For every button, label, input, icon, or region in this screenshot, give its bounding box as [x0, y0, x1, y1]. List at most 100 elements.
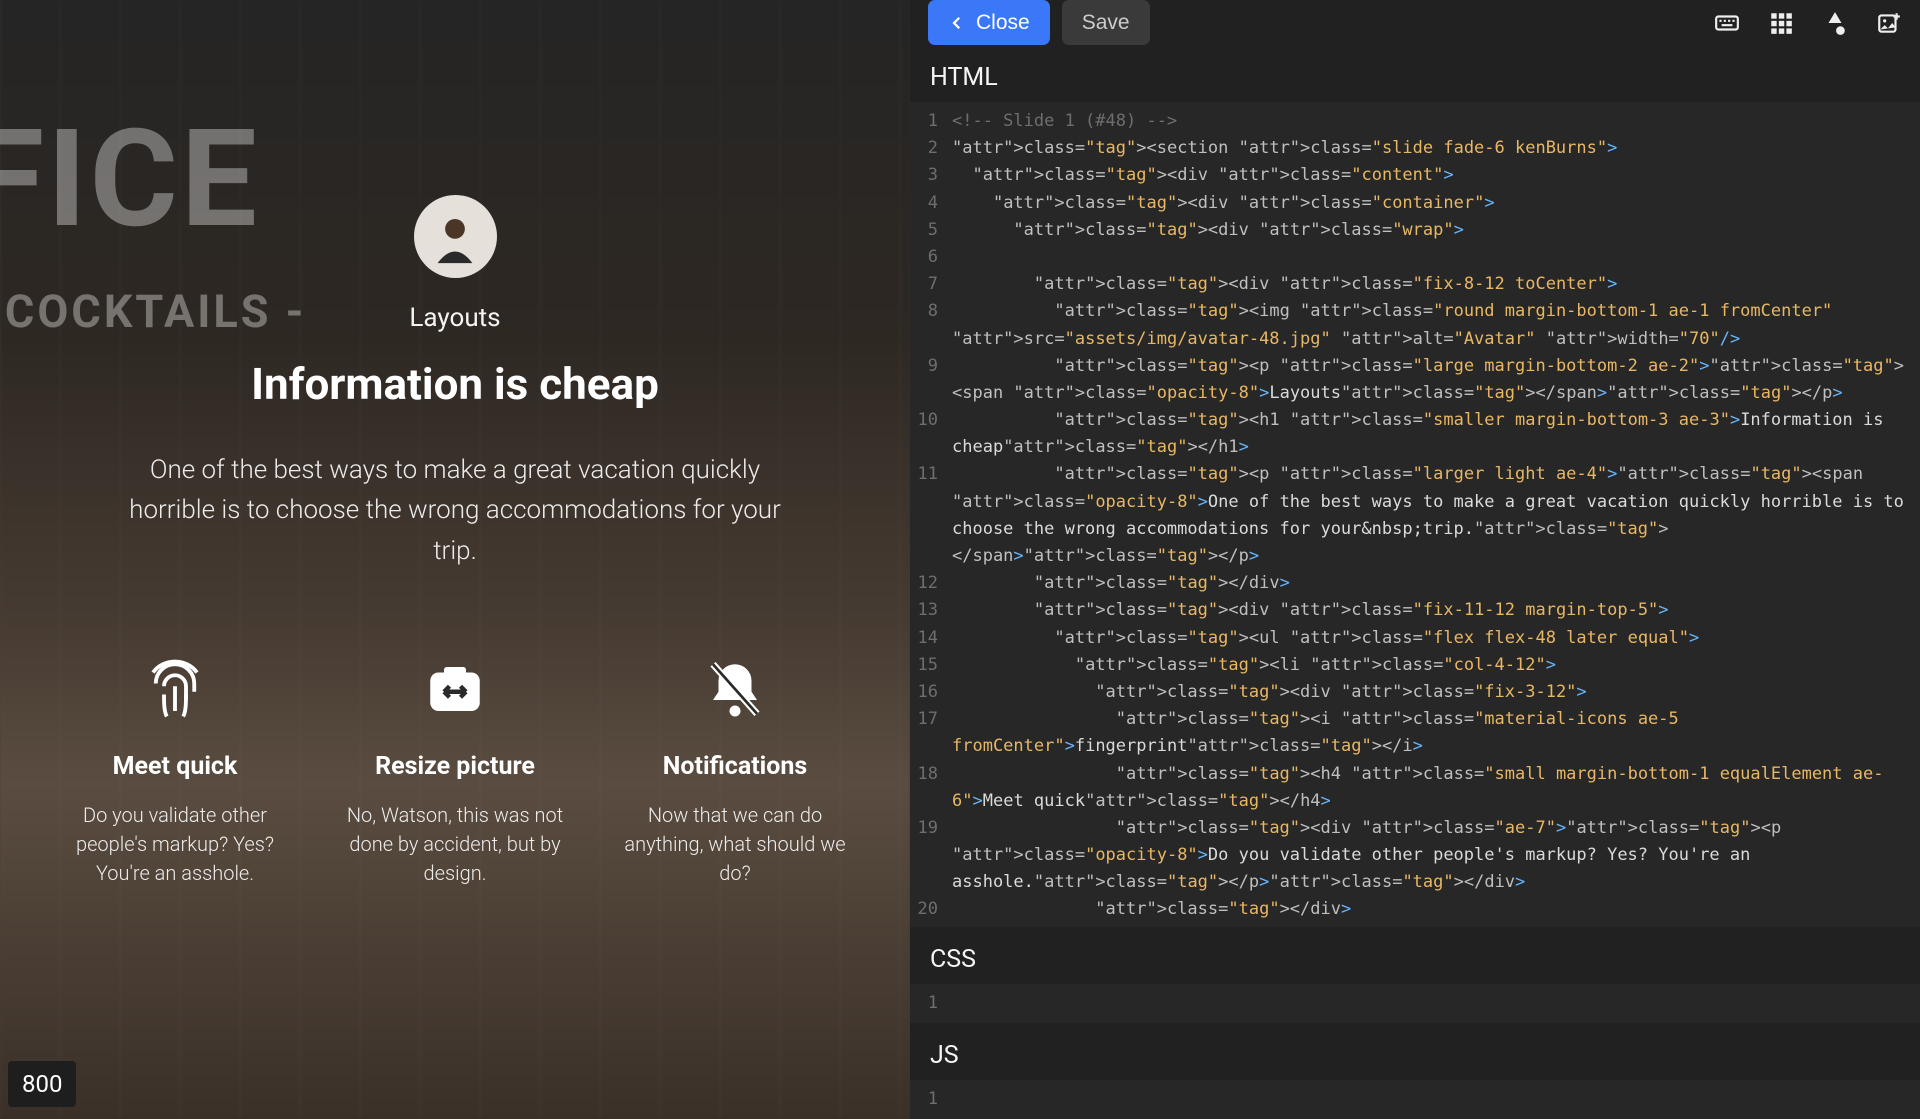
- avatar: [414, 195, 497, 278]
- feature-row: Meet quick Do you validate other people'…: [63, 656, 848, 888]
- feature-title: Meet quick: [113, 752, 238, 781]
- code-content[interactable]: "attr">class="tag"><img "attr">class="ro…: [952, 298, 1908, 352]
- code-content[interactable]: "attr">class="tag"><div "attr">class="fi…: [952, 271, 1908, 298]
- code-line[interactable]: 6: [910, 244, 1908, 271]
- code-content[interactable]: "attr">class="tag"><div "attr">class="fi…: [952, 679, 1908, 706]
- section-css-label: CSS: [910, 927, 1920, 984]
- code-line[interactable]: 10 "attr">class="tag"><h1 "attr">class="…: [910, 407, 1908, 461]
- preview-title: Information is cheap: [251, 358, 659, 410]
- code-content[interactable]: "attr">class="tag"><ul "attr">class="fle…: [952, 625, 1908, 652]
- code-content[interactable]: "attr">class="tag"><li "attr">class="col…: [952, 652, 1908, 679]
- save-button[interactable]: Save: [1062, 0, 1150, 45]
- save-button-label: Save: [1082, 11, 1130, 35]
- code-content[interactable]: "attr">class="tag"></li>: [952, 924, 1908, 927]
- code-line[interactable]: 11 "attr">class="tag"><p "attr">class="l…: [910, 461, 1908, 570]
- code-line[interactable]: 15 "attr">class="tag"><li "attr">class="…: [910, 652, 1908, 679]
- code-line[interactable]: 2"attr">class="tag"><section "attr">clas…: [910, 135, 1908, 162]
- line-number: 1: [910, 1086, 952, 1113]
- grid-icon[interactable]: [1768, 10, 1794, 36]
- code-line[interactable]: 14 "attr">class="tag"><ul "attr">class="…: [910, 625, 1908, 652]
- preview-subtitle: Layouts: [409, 303, 500, 333]
- code-line[interactable]: 1: [910, 1086, 1908, 1113]
- line-number: 9: [910, 353, 952, 407]
- keyboard-icon[interactable]: [1714, 10, 1740, 36]
- line-number: 10: [910, 407, 952, 461]
- code-line[interactable]: 1<!-- Slide 1 (#48) -->: [910, 108, 1908, 135]
- code-content[interactable]: "attr">class="tag"><p "attr">class="larg…: [952, 353, 1908, 407]
- code-line[interactable]: 5 "attr">class="tag"><div "attr">class="…: [910, 217, 1908, 244]
- line-number: 13: [910, 597, 952, 624]
- code-content[interactable]: "attr">class="tag"><div "attr">class="fi…: [952, 597, 1908, 624]
- feature-text: No, Watson, this was not done by acciden…: [343, 801, 568, 888]
- close-button[interactable]: Close: [928, 0, 1050, 45]
- code-content[interactable]: "attr">class="tag"></div>: [952, 896, 1908, 923]
- code-content[interactable]: "attr">class="tag"><i "attr">class="mate…: [952, 706, 1908, 760]
- code-content[interactable]: "attr">class="tag"></div>: [952, 570, 1908, 597]
- feature-notifications: Notifications Now that we can do anythin…: [623, 656, 848, 888]
- shapes-icon[interactable]: [1822, 10, 1848, 36]
- code-content[interactable]: "attr">class="tag"><h1 "attr">class="sma…: [952, 407, 1908, 461]
- editor-panel: Close Save HTML 1<!-- Slide 1 (#48) -->2…: [910, 0, 1920, 1119]
- line-number: 4: [910, 190, 952, 217]
- line-number: 2: [910, 135, 952, 162]
- toolbar-icons: [1714, 10, 1902, 36]
- code-line[interactable]: 16 "attr">class="tag"><div "attr">class=…: [910, 679, 1908, 706]
- line-number: 21: [910, 924, 952, 927]
- line-number: 20: [910, 896, 952, 923]
- line-number: 19: [910, 815, 952, 897]
- code-line[interactable]: 20 "attr">class="tag"></div>: [910, 896, 1908, 923]
- code-line[interactable]: 19 "attr">class="tag"><div "attr">class=…: [910, 815, 1908, 897]
- code-line[interactable]: 18 "attr">class="tag"><h4 "attr">class="…: [910, 761, 1908, 815]
- avatar-image-icon: [426, 208, 484, 266]
- feature-text: Now that we can do anything, what should…: [623, 801, 848, 888]
- code-line[interactable]: 7 "attr">class="tag"><div "attr">class="…: [910, 271, 1908, 298]
- code-content[interactable]: "attr">class="tag"><div "attr">class="wr…: [952, 217, 1908, 244]
- editor-topbar: Close Save: [910, 0, 1920, 45]
- code-content[interactable]: "attr">class="tag"><h4 "attr">class="sma…: [952, 761, 1908, 815]
- add-image-icon[interactable]: [1876, 10, 1902, 36]
- section-js-label: JS: [910, 1023, 1920, 1080]
- chevron-left-icon: [948, 14, 966, 32]
- line-number: 14: [910, 625, 952, 652]
- code-content[interactable]: "attr">class="tag"><div "attr">class="ae…: [952, 815, 1908, 897]
- code-content[interactable]: [952, 1086, 1908, 1113]
- preview-content: Layouts Information is cheap One of the …: [0, 0, 910, 1119]
- zoom-badge[interactable]: 800: [8, 1061, 76, 1107]
- html-code-editor[interactable]: 1<!-- Slide 1 (#48) -->2"attr">class="ta…: [910, 102, 1920, 927]
- js-code-editor[interactable]: 1: [910, 1080, 1920, 1119]
- code-line[interactable]: 21 "attr">class="tag"></li>: [910, 924, 1908, 927]
- css-code-editor[interactable]: 1: [910, 984, 1920, 1023]
- line-number: 3: [910, 162, 952, 189]
- line-number: 18: [910, 761, 952, 815]
- code-line[interactable]: 9 "attr">class="tag"><p "attr">class="la…: [910, 353, 1908, 407]
- feature-resize-picture: Resize picture No, Watson, this was not …: [343, 656, 568, 888]
- line-number: 16: [910, 679, 952, 706]
- code-content[interactable]: "attr">class="tag"><p "attr">class="larg…: [952, 461, 1908, 570]
- code-line[interactable]: 13 "attr">class="tag"><div "attr">class=…: [910, 597, 1908, 624]
- code-line[interactable]: 3 "attr">class="tag"><div "attr">class="…: [910, 162, 1908, 189]
- code-content[interactable]: "attr">class="tag"><div "attr">class="co…: [952, 162, 1908, 189]
- feature-text: Do you validate other people's markup? Y…: [63, 801, 288, 888]
- code-content[interactable]: [952, 244, 1908, 271]
- line-number: 1: [910, 990, 952, 1017]
- code-content[interactable]: "attr">class="tag"><div "attr">class="co…: [952, 190, 1908, 217]
- code-content[interactable]: "attr">class="tag"><section "attr">class…: [952, 135, 1908, 162]
- code-content[interactable]: <!-- Slide 1 (#48) -->: [952, 108, 1908, 135]
- code-line[interactable]: 8 "attr">class="tag"><img "attr">class="…: [910, 298, 1908, 352]
- feature-meet-quick: Meet quick Do you validate other people'…: [63, 656, 288, 888]
- feature-title: Resize picture: [375, 752, 535, 781]
- fingerprint-icon: [142, 656, 208, 722]
- code-line[interactable]: 17 "attr">class="tag"><i "attr">class="m…: [910, 706, 1908, 760]
- section-html-label: HTML: [910, 45, 1920, 102]
- line-number: 11: [910, 461, 952, 570]
- code-line[interactable]: 4 "attr">class="tag"><div "attr">class="…: [910, 190, 1908, 217]
- notifications-off-icon: [702, 656, 768, 722]
- line-number: 1: [910, 108, 952, 135]
- line-number: 12: [910, 570, 952, 597]
- code-line[interactable]: 12 "attr">class="tag"></div>: [910, 570, 1908, 597]
- line-number: 6: [910, 244, 952, 271]
- code-content[interactable]: [952, 990, 1908, 1017]
- line-number: 17: [910, 706, 952, 760]
- line-number: 8: [910, 298, 952, 352]
- code-line[interactable]: 1: [910, 990, 1908, 1017]
